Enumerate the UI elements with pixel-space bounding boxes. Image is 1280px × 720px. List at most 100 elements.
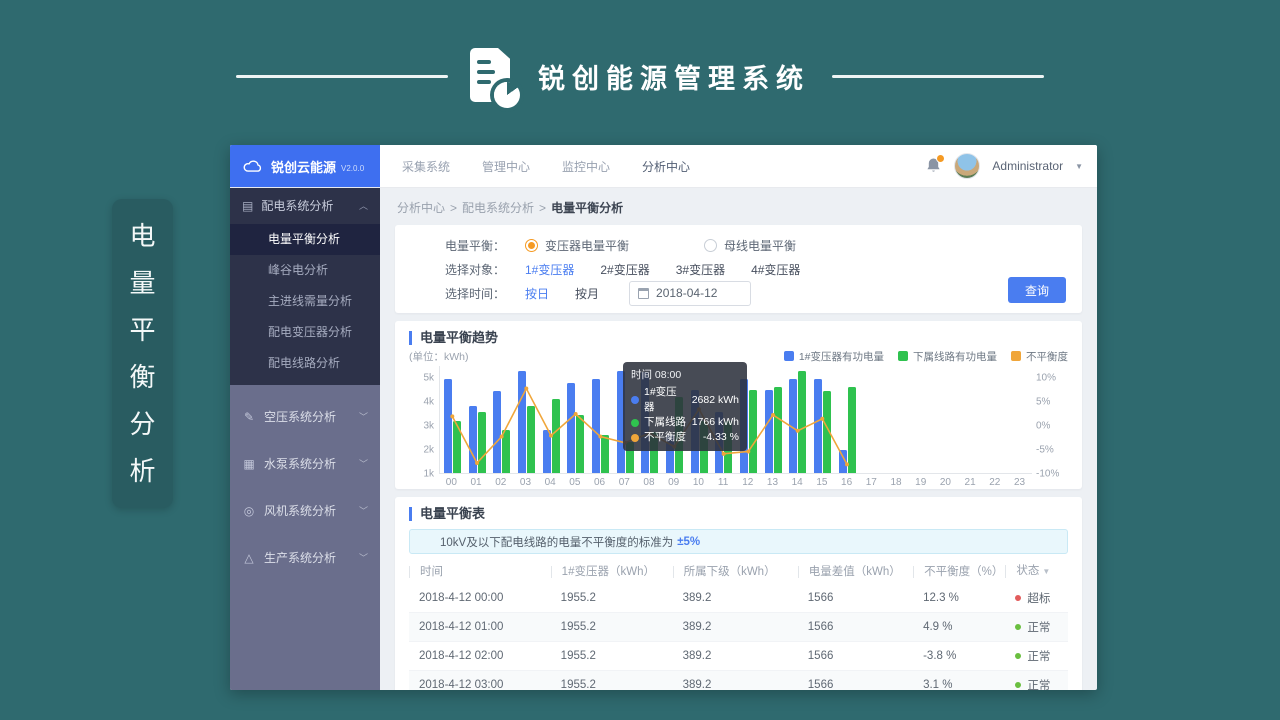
breadcrumb-item[interactable]: 配电系统分析 xyxy=(462,201,534,215)
status-dot-icon xyxy=(1015,595,1021,601)
x-axis-tick: 18 xyxy=(884,477,909,488)
notification-bell-icon[interactable] xyxy=(926,157,942,175)
sidebar-group-production[interactable]: △ 生产系统分析 ﹀ xyxy=(230,542,380,573)
app-logo[interactable]: 锐创云能源 V2.0.0 xyxy=(230,145,380,187)
col-status[interactable]: 状态▼ xyxy=(1005,565,1068,578)
object-transformer-1[interactable]: 1#变压器 xyxy=(525,261,574,278)
sidebar-group-label: 生产系统分析 xyxy=(264,549,351,566)
x-axis-tick: 15 xyxy=(810,477,835,488)
nav-item-manage[interactable]: 管理中心 xyxy=(482,158,530,175)
sidebar-item-line[interactable]: 配电线路分析 xyxy=(230,348,380,379)
breadcrumb-item[interactable]: 分析中心 xyxy=(397,201,445,215)
table-row[interactable]: 2018-4-12 00:001955.2389.2156612.3 %超标 xyxy=(409,584,1068,613)
sidebar-item-peak-valley[interactable]: 峰谷电分析 xyxy=(230,255,380,286)
radio-transformer-balance[interactable]: 变压器电量平衡 xyxy=(525,237,629,254)
table-cell-time: 2018-4-12 02:00 xyxy=(409,650,551,662)
table-cell-unbalance: 3.1 % xyxy=(913,679,1005,690)
slide-header: 锐创能源管理系统 xyxy=(0,44,1280,108)
chevron-down-icon[interactable]: ▼ xyxy=(1075,162,1083,171)
sidebar-group-label: 空压系统分析 xyxy=(264,408,351,425)
table-row[interactable]: 2018-4-12 02:001955.2389.21566-3.8 %正常 xyxy=(409,642,1068,671)
table-cell-subordinate: 389.2 xyxy=(673,592,798,604)
time-mode-monthly[interactable]: 按月 xyxy=(575,285,599,302)
edit-icon: ✎ xyxy=(242,410,256,424)
radio-selected-icon[interactable] xyxy=(525,239,538,252)
tag-char: 平 xyxy=(129,317,155,343)
x-axis-tick: 02 xyxy=(488,477,513,488)
table-cell-unbalance: 12.3 % xyxy=(913,592,1005,604)
legend-swatch-blue xyxy=(784,351,794,361)
chart-plot-area[interactable]: 时间 08:00 1#变压器2682 kWh 下属线路1766 kWh 不平衡度… xyxy=(439,366,1032,474)
user-name[interactable]: Administrator xyxy=(992,159,1063,173)
main-content: 分析中心>配电系统分析>电量平衡分析 电量平衡： 变压器电量平衡 母线电量平衡 xyxy=(380,187,1097,690)
table-cell-subordinate: 389.2 xyxy=(673,621,798,633)
x-axis-tick: 16 xyxy=(834,477,859,488)
x-axis-tick: 00 xyxy=(439,477,464,488)
table-row[interactable]: 2018-4-12 01:001955.2389.215664.9 %正常 xyxy=(409,613,1068,642)
divider-line-right xyxy=(832,75,1044,78)
tag-char: 量 xyxy=(129,270,155,296)
sidebar-item-balance-analysis[interactable]: 电量平衡分析 xyxy=(230,224,380,255)
x-axis-tick: 11 xyxy=(711,477,736,488)
x-axis-tick: 04 xyxy=(538,477,563,488)
chart-unit-label: (单位：kWh) xyxy=(409,349,469,364)
date-picker[interactable]: 2018-04-12 xyxy=(629,281,751,306)
radio-unselected-icon[interactable] xyxy=(704,239,717,252)
x-axis-tick: 19 xyxy=(908,477,933,488)
navbar-right: Administrator ▼ xyxy=(926,153,1097,179)
sidebar-group-fan[interactable]: ◎ 风机系统分析 ﹀ xyxy=(230,495,380,526)
table-cell-unbalance: 4.9 % xyxy=(913,621,1005,633)
logo-text: 锐创云能源 xyxy=(271,157,336,176)
table-cell-time: 2018-4-12 00:00 xyxy=(409,592,551,604)
balance-table: 时间 1#变压器（kWh） 所属下级（kWh） 电量差值（kWh） 不平衡度（%… xyxy=(409,559,1068,690)
table-cell-time: 2018-4-12 01:00 xyxy=(409,621,551,633)
x-axis-tick: 01 xyxy=(464,477,489,488)
nav-item-monitor[interactable]: 监控中心 xyxy=(562,158,610,175)
table-row[interactable]: 2018-4-12 03:001955.2389.215663.1 %正常 xyxy=(409,671,1068,690)
avatar[interactable] xyxy=(954,153,980,179)
nav-menu: 采集系统 管理中心 监控中心 分析中心 xyxy=(402,158,690,175)
x-axis-tick: 20 xyxy=(933,477,958,488)
sidebar-group-water-pump[interactable]: ▦ 水泵系统分析 ﹀ xyxy=(230,448,380,479)
object-transformer-4[interactable]: 4#变压器 xyxy=(751,261,800,278)
query-button[interactable]: 查询 xyxy=(1008,277,1066,303)
dot-orange xyxy=(631,434,639,442)
legend-item-transformer[interactable]: 1#变压器有功电量 xyxy=(784,349,884,364)
table-header-row: 时间 1#变压器（kWh） 所属下级（kWh） 电量差值（kWh） 不平衡度（%… xyxy=(409,559,1068,584)
chart-tooltip: 时间 08:00 1#变压器2682 kWh 下属线路1766 kWh 不平衡度… xyxy=(623,362,747,451)
x-axis-tick: 22 xyxy=(982,477,1007,488)
calendar-icon xyxy=(638,288,649,299)
status-badge: 正常 xyxy=(1005,619,1068,635)
object-transformer-2[interactable]: 2#变压器 xyxy=(600,261,649,278)
object-transformer-3[interactable]: 3#变压器 xyxy=(676,261,725,278)
radio-bus-balance[interactable]: 母线电量平衡 xyxy=(704,237,796,254)
time-mode-daily[interactable]: 按日 xyxy=(525,285,549,302)
sidebar-item-transformer[interactable]: 配电变压器分析 xyxy=(230,317,380,348)
nav-item-collect[interactable]: 采集系统 xyxy=(402,158,450,175)
triangle-icon: △ xyxy=(242,551,256,565)
x-axis-tick: 06 xyxy=(587,477,612,488)
table-cell-diff: 1566 xyxy=(798,679,913,690)
status-badge: 正常 xyxy=(1005,648,1068,664)
legend-item-subordinate[interactable]: 下属线路有功电量 xyxy=(898,349,997,364)
table-cell-diff: 1566 xyxy=(798,650,913,662)
col-transformer: 1#变压器（kWh） xyxy=(551,566,673,578)
sidebar-group-header[interactable]: ▤ 配电系统分析 ︿ xyxy=(230,187,380,224)
sidebar-group-air-compressor[interactable]: ✎ 空压系统分析 ﹀ xyxy=(230,401,380,432)
standard-notice-banner: 10kV及以下配电线路的电量不平衡度的标准为 ±5% xyxy=(409,529,1068,554)
sidebar-group-label: 水泵系统分析 xyxy=(264,455,351,472)
x-axis-tick: 14 xyxy=(785,477,810,488)
nav-item-analysis[interactable]: 分析中心 xyxy=(642,158,690,175)
x-axis-tick: 08 xyxy=(637,477,662,488)
sidebar-group-label: 配电系统分析 xyxy=(261,197,351,214)
sidebar-item-demand[interactable]: 主进线需量分析 xyxy=(230,286,380,317)
table-cell-diff: 1566 xyxy=(798,592,913,604)
x-axis-tick: 09 xyxy=(661,477,686,488)
legend-item-unbalance[interactable]: 不平衡度 xyxy=(1011,349,1068,364)
table-cell-diff: 1566 xyxy=(798,621,913,633)
x-axis-tick: 13 xyxy=(760,477,785,488)
status-badge: 正常 xyxy=(1005,677,1068,690)
grid-icon: ▤ xyxy=(242,199,253,213)
chart-x-axis: 0001020304050607080910111213141516171819… xyxy=(439,477,1032,488)
x-axis-tick: 17 xyxy=(859,477,884,488)
